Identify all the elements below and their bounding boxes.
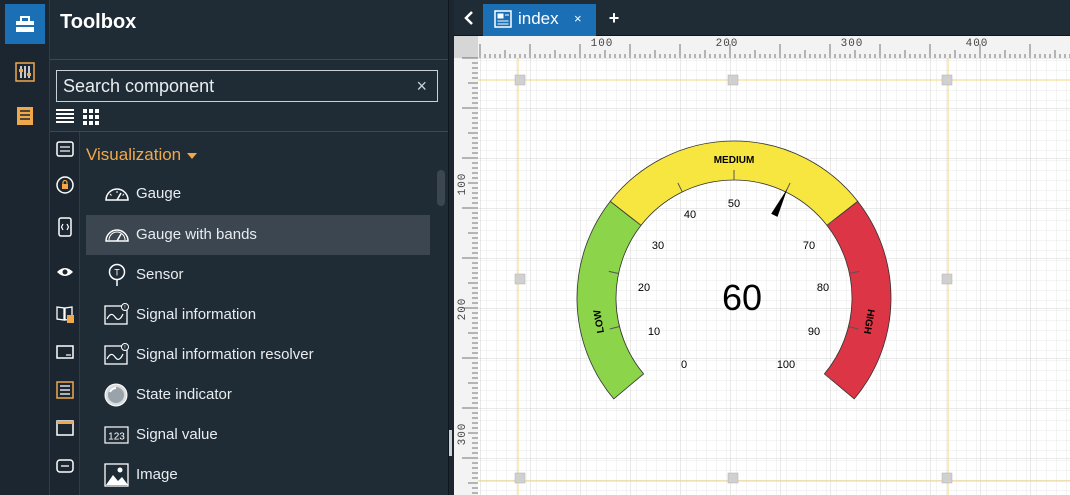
design-canvas[interactable]: 100 200 300 400 100 200 300 0 10 20 30 4… [454,36,1070,495]
list-view-icon[interactable] [56,108,74,126]
sliders-icon [15,62,35,82]
item-label: Sensor [136,266,184,283]
caret-down-icon [187,152,198,159]
category-screen-icon[interactable] [55,342,75,362]
item-label: Gauge with bands [136,226,257,243]
item-label: Signal information resolver [136,346,314,363]
svg-text:!: ! [124,305,125,311]
svg-text:!: ! [124,345,125,351]
signal-value-icon: 123 [104,426,129,444]
search-box[interactable]: × [56,70,438,102]
gauge-tick-label: 30 [652,240,664,252]
properties-rail-button[interactable] [5,52,45,92]
canvas-svg: 100 200 300 400 100 200 300 0 10 20 30 4… [454,36,1070,495]
ruler-label-top: 200 [716,38,739,50]
category-security-icon[interactable] [55,175,75,195]
grid-view-icon[interactable] [82,108,100,126]
category-strip [50,132,80,495]
toolbox-panel: Toolbox × [50,0,448,495]
gauge-tick-label: 70 [803,240,815,252]
gauge-tick-label: 50 [728,198,740,210]
resize-handle[interactable] [941,472,953,484]
image-icon [104,463,129,487]
gauge-tick-label: 40 [684,209,696,221]
toolbox-icon [16,16,34,32]
ruler-label-left: 200 [457,298,469,321]
tabs-back-button[interactable] [456,4,482,32]
gauge-tick-label: 20 [638,282,650,294]
state-indicator-icon [104,383,128,407]
toolbox-item-gauge[interactable]: Gauge [86,174,430,214]
document-list-icon [17,107,33,125]
divider [50,59,448,60]
tab-index[interactable]: index × [483,4,596,36]
page-icon [494,10,512,28]
item-label: Image [136,466,178,483]
svg-text:123: 123 [108,432,125,443]
item-label: Signal value [136,426,218,443]
resize-handle[interactable] [514,74,526,86]
signal-resolver-icon: ! [104,343,129,365]
ruler-corner [454,36,478,58]
toolbox-item-signal-information[interactable]: ! Signal information [86,295,430,335]
toolbox-item-signal-information-resolver[interactable]: ! Signal information resolver [86,335,430,375]
resize-handle[interactable] [727,472,739,484]
item-label: State indicator [136,386,232,403]
gauge-tick-label: 0 [681,359,687,371]
signal-info-icon: ! [104,303,129,325]
ruler-label-left: 300 [457,423,469,446]
toolbox-scrollbar[interactable] [437,170,445,206]
category-list-icon[interactable] [55,380,75,400]
close-tab-icon[interactable]: × [574,11,582,26]
add-tab-button[interactable]: + [602,6,626,30]
gauge-tick-label: 100 [777,359,795,371]
category-device-icon[interactable] [55,217,75,237]
gauge-icon [105,188,129,201]
gauge-bands-icon [105,229,129,242]
toolbox-rail-button[interactable] [5,4,45,44]
pages-rail-button[interactable] [5,96,45,136]
band-label-medium: MEDIUM [714,155,755,166]
toolbox-title: Toolbox [60,11,137,33]
ruler-label-top: 400 [966,38,989,50]
category-visualization-eye-icon[interactable] [55,262,75,282]
toolbox-item-signal-value[interactable]: 123 Signal value [86,415,430,455]
tab-bar: index × + [454,0,1070,36]
left-rail [0,0,50,495]
category-basic-icon[interactable] [55,139,75,159]
gauge-tick-label: 90 [808,326,820,338]
sensor-icon: T [108,263,126,286]
gauge-tick-label: 80 [817,282,829,294]
gauge-value: 60 [722,277,762,318]
item-label: Gauge [136,185,182,202]
category-link-icon[interactable] [55,456,75,476]
category-book-icon[interactable] [55,304,75,324]
grid [478,58,1070,495]
toolbox-item-gauge-with-bands[interactable]: Gauge with bands [86,215,430,255]
splitter-handle[interactable] [449,430,452,456]
toolbox-item-state-indicator[interactable]: State indicator [86,375,430,415]
resize-handle[interactable] [727,74,739,86]
category-window-icon[interactable] [55,418,75,438]
resize-handle[interactable] [514,472,526,484]
tab-label: index [518,9,559,28]
resize-handle[interactable] [941,273,953,285]
divider [50,131,448,132]
ruler-label-top: 300 [841,38,864,50]
clear-search-icon[interactable]: × [416,75,427,97]
ruler-label-left: 100 [457,173,469,196]
chevron-left-icon [464,11,473,25]
item-label: Signal information [136,306,257,323]
ruler-label-top: 100 [591,38,614,50]
svg-text:T: T [114,268,120,278]
gauge-tick-label: 10 [648,326,660,338]
search-input[interactable] [63,74,403,98]
toolbox-item-image[interactable]: Image [86,455,430,495]
toolbox-item-sensor[interactable]: T Sensor [86,255,430,295]
section-visualization[interactable]: Visualization [86,145,198,165]
resize-handle[interactable] [941,74,953,86]
resize-handle[interactable] [514,273,526,285]
section-title-label: Visualization [86,145,182,164]
